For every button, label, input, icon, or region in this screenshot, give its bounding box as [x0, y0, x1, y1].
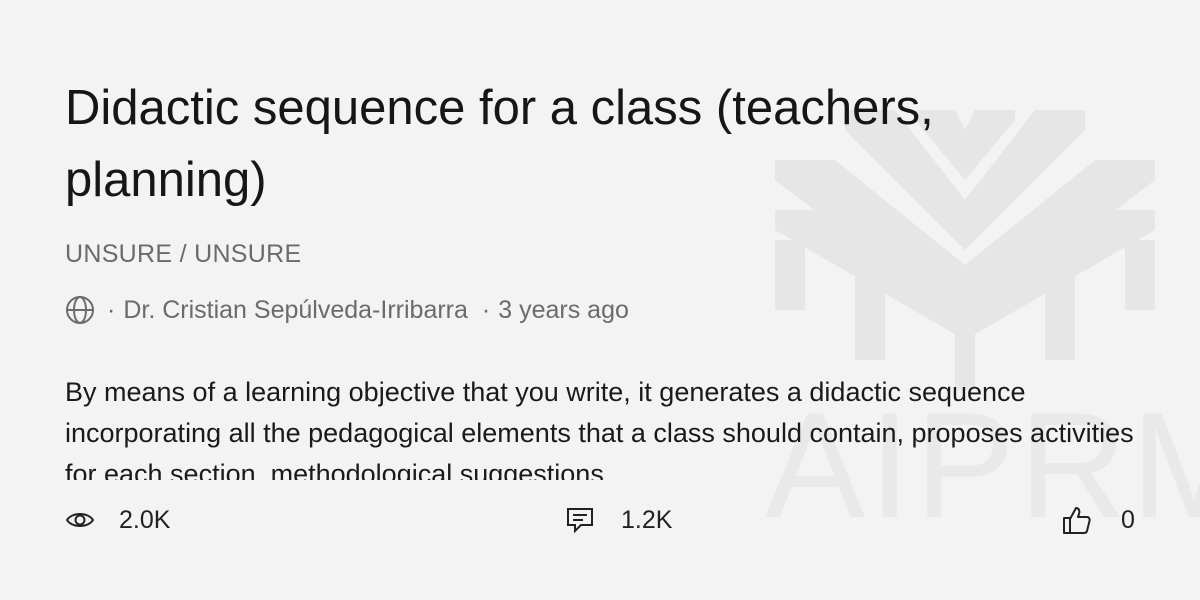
prompt-age: 3 years ago [498, 296, 629, 324]
meta-separator: · [107, 296, 116, 324]
likes-count: 0 [1121, 506, 1135, 534]
thumbs-up-icon[interactable] [1061, 504, 1093, 536]
prompt-stats: 2.0K 1.2K 0 [65, 502, 1140, 538]
prompt-category: UNSURE / UNSURE [65, 240, 302, 268]
comments-stat: 1.2K [565, 502, 672, 538]
views-stat: 2.0K [65, 502, 170, 538]
prompt-title[interactable]: Didactic sequence for a class (teachers,… [65, 72, 1115, 216]
prompt-meta: · Dr. Cristian Sepúlveda-Irribarra · 3 y… [65, 294, 1145, 326]
eye-icon [65, 509, 95, 531]
meta-separator: · [481, 296, 491, 324]
comment-icon [565, 505, 595, 535]
prompt-card: Didactic sequence for a class (teachers,… [65, 72, 1145, 480]
views-count: 2.0K [119, 506, 171, 534]
comments-count: 1.2K [621, 506, 673, 534]
author-name[interactable]: Dr. Cristian Sepúlveda-Irribarra [123, 294, 468, 326]
likes-stat[interactable]: 0 [1061, 502, 1135, 538]
prompt-description: By means of a learning objective that yo… [65, 377, 1134, 480]
globe-icon [65, 295, 95, 325]
